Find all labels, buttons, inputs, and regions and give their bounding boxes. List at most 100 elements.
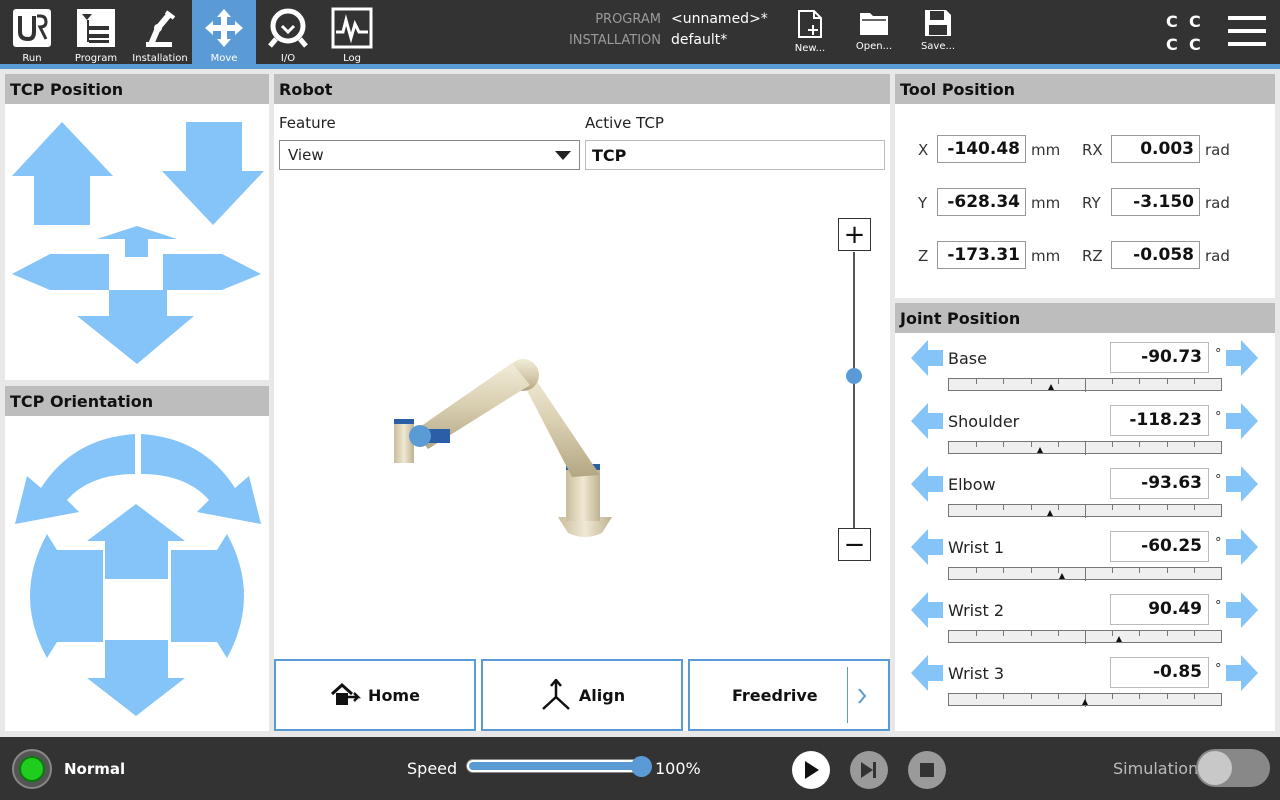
zoom-out-button[interactable]: − <box>838 528 871 561</box>
tab-log[interactable]: Log <box>320 0 384 64</box>
speed-slider-knob[interactable] <box>631 756 652 777</box>
feature-select[interactable]: View <box>279 140 580 170</box>
joint-slider[interactable] <box>948 378 1222 392</box>
joint-value[interactable]: -0.85 <box>1110 657 1209 688</box>
joint-value[interactable]: -93.63 <box>1110 468 1209 499</box>
arrow-up-icon[interactable] <box>12 122 113 225</box>
tool-rot-label: RY <box>1082 194 1101 212</box>
home-button[interactable]: Home <box>274 659 476 731</box>
joint-value[interactable]: -60.25 <box>1110 531 1209 562</box>
joint-value[interactable]: -90.73 <box>1110 342 1209 373</box>
tool-axis-value[interactable]: -173.31 <box>937 241 1026 269</box>
slider-tick <box>1057 505 1059 510</box>
stop-button[interactable] <box>908 751 946 789</box>
rotate-right-icon[interactable] <box>141 434 261 524</box>
joint-increase-arrow-icon[interactable] <box>1226 340 1259 376</box>
slider-tick <box>1112 379 1114 384</box>
slider-tick <box>1030 568 1032 573</box>
joint-unit: ° <box>1215 410 1222 425</box>
active-tcp-value: TCP <box>592 146 627 165</box>
align-button[interactable]: Align <box>481 659 683 731</box>
joint-decrease-arrow-icon[interactable] <box>911 340 944 376</box>
tab-program[interactable]: Program <box>64 0 128 64</box>
tool-rot-value[interactable]: -3.150 <box>1111 188 1200 216</box>
arrow-left-icon[interactable] <box>12 254 109 290</box>
slider-tick <box>1057 442 1059 447</box>
tool-rot-value-text: -3.150 <box>1133 192 1194 212</box>
slider-tick <box>1166 505 1168 510</box>
joint-unit: ° <box>1215 473 1222 488</box>
joint-slider[interactable] <box>948 567 1222 581</box>
joint-value[interactable]: -118.23 <box>1110 405 1209 436</box>
tool-rot-value[interactable]: -0.058 <box>1111 241 1200 269</box>
joint-decrease-arrow-icon[interactable] <box>911 529 944 565</box>
active-tcp-field[interactable]: TCP <box>585 140 885 170</box>
joint-decrease-arrow-icon[interactable] <box>911 655 944 691</box>
play-icon <box>805 761 819 779</box>
joint-name: Wrist 1 <box>948 538 1004 557</box>
rotate-left-icon[interactable] <box>15 434 135 524</box>
slider-tick <box>1057 631 1059 636</box>
slider-tick <box>1085 379 1086 392</box>
step-button[interactable] <box>850 751 888 789</box>
arrow-down-icon[interactable] <box>162 122 264 225</box>
joint-increase-arrow-icon[interactable] <box>1226 403 1259 439</box>
robot-3d-view[interactable] <box>380 345 630 545</box>
joint-slider-marker <box>1046 510 1053 516</box>
joint-decrease-arrow-icon[interactable] <box>911 466 944 502</box>
tab-run[interactable]: Run <box>0 0 64 64</box>
tool-rot-label: RZ <box>1082 247 1103 265</box>
tilt-left-icon[interactable] <box>30 534 103 658</box>
status-indicator[interactable] <box>12 749 52 789</box>
joint-decrease-arrow-icon[interactable] <box>911 403 944 439</box>
hamburger-menu-icon[interactable] <box>1228 15 1266 47</box>
joint-name: Base <box>948 349 987 368</box>
joint-name: Shoulder <box>948 412 1020 431</box>
simulation-toggle[interactable] <box>1196 749 1270 787</box>
speed-slider-track[interactable] <box>466 759 644 773</box>
zoom-in-button[interactable]: + <box>838 218 871 251</box>
joint-increase-arrow-icon[interactable] <box>1226 655 1259 691</box>
joint-slider[interactable] <box>948 441 1222 455</box>
save-button[interactable]: Save... <box>908 0 968 64</box>
tool-rot-value[interactable]: 0.003 <box>1111 135 1200 163</box>
joint-decrease-arrow-icon[interactable] <box>911 592 944 628</box>
joint-slider[interactable] <box>948 630 1222 644</box>
joint-value[interactable]: 90.49 <box>1110 594 1209 625</box>
home-label: Home <box>368 685 420 705</box>
align-label: Align <box>578 685 626 705</box>
tab-installation[interactable]: Installation <box>128 0 192 64</box>
zoom-slider-track[interactable] <box>853 252 855 528</box>
joint-slider[interactable] <box>948 504 1222 518</box>
arrow-backward-icon[interactable] <box>77 290 194 364</box>
slider-tick <box>1112 568 1114 573</box>
new-button[interactable]: New... <box>780 0 840 64</box>
joint-increase-arrow-icon[interactable] <box>1226 592 1259 628</box>
installation-value: default* <box>671 32 728 48</box>
joint-slider[interactable] <box>948 693 1222 707</box>
tool-axis-value[interactable]: -628.34 <box>937 188 1026 216</box>
tab-move[interactable]: Move <box>192 0 256 64</box>
tool-axis-value[interactable]: -140.48 <box>937 135 1026 163</box>
home-icon <box>331 682 362 705</box>
open-button[interactable]: Open... <box>844 0 904 64</box>
tcp-position-title: TCP Position <box>5 74 269 104</box>
arrow-forward-icon[interactable] <box>97 226 177 257</box>
joint-value-text: -93.63 <box>1141 473 1202 493</box>
tool-rot-value-text: -0.058 <box>1133 245 1194 265</box>
robot-title: Robot <box>274 74 890 104</box>
installation-key: INSTALLATION <box>568 33 661 48</box>
slider-tick <box>1166 631 1168 636</box>
joint-increase-arrow-icon[interactable] <box>1226 466 1259 502</box>
freedrive-button[interactable]: Freedrive <box>688 659 890 731</box>
tilt-right-icon[interactable] <box>171 534 244 658</box>
tilt-down-icon[interactable] <box>87 640 185 716</box>
arrow-right-icon[interactable] <box>163 254 261 290</box>
slider-tick <box>1193 631 1195 636</box>
tool-axis-unit: mm <box>1031 194 1061 212</box>
slider-tick <box>1030 379 1032 384</box>
joint-increase-arrow-icon[interactable] <box>1226 529 1259 565</box>
tcp-position-arrows <box>12 122 264 364</box>
tab-io[interactable]: I/O <box>256 0 320 64</box>
play-button[interactable] <box>792 751 830 789</box>
